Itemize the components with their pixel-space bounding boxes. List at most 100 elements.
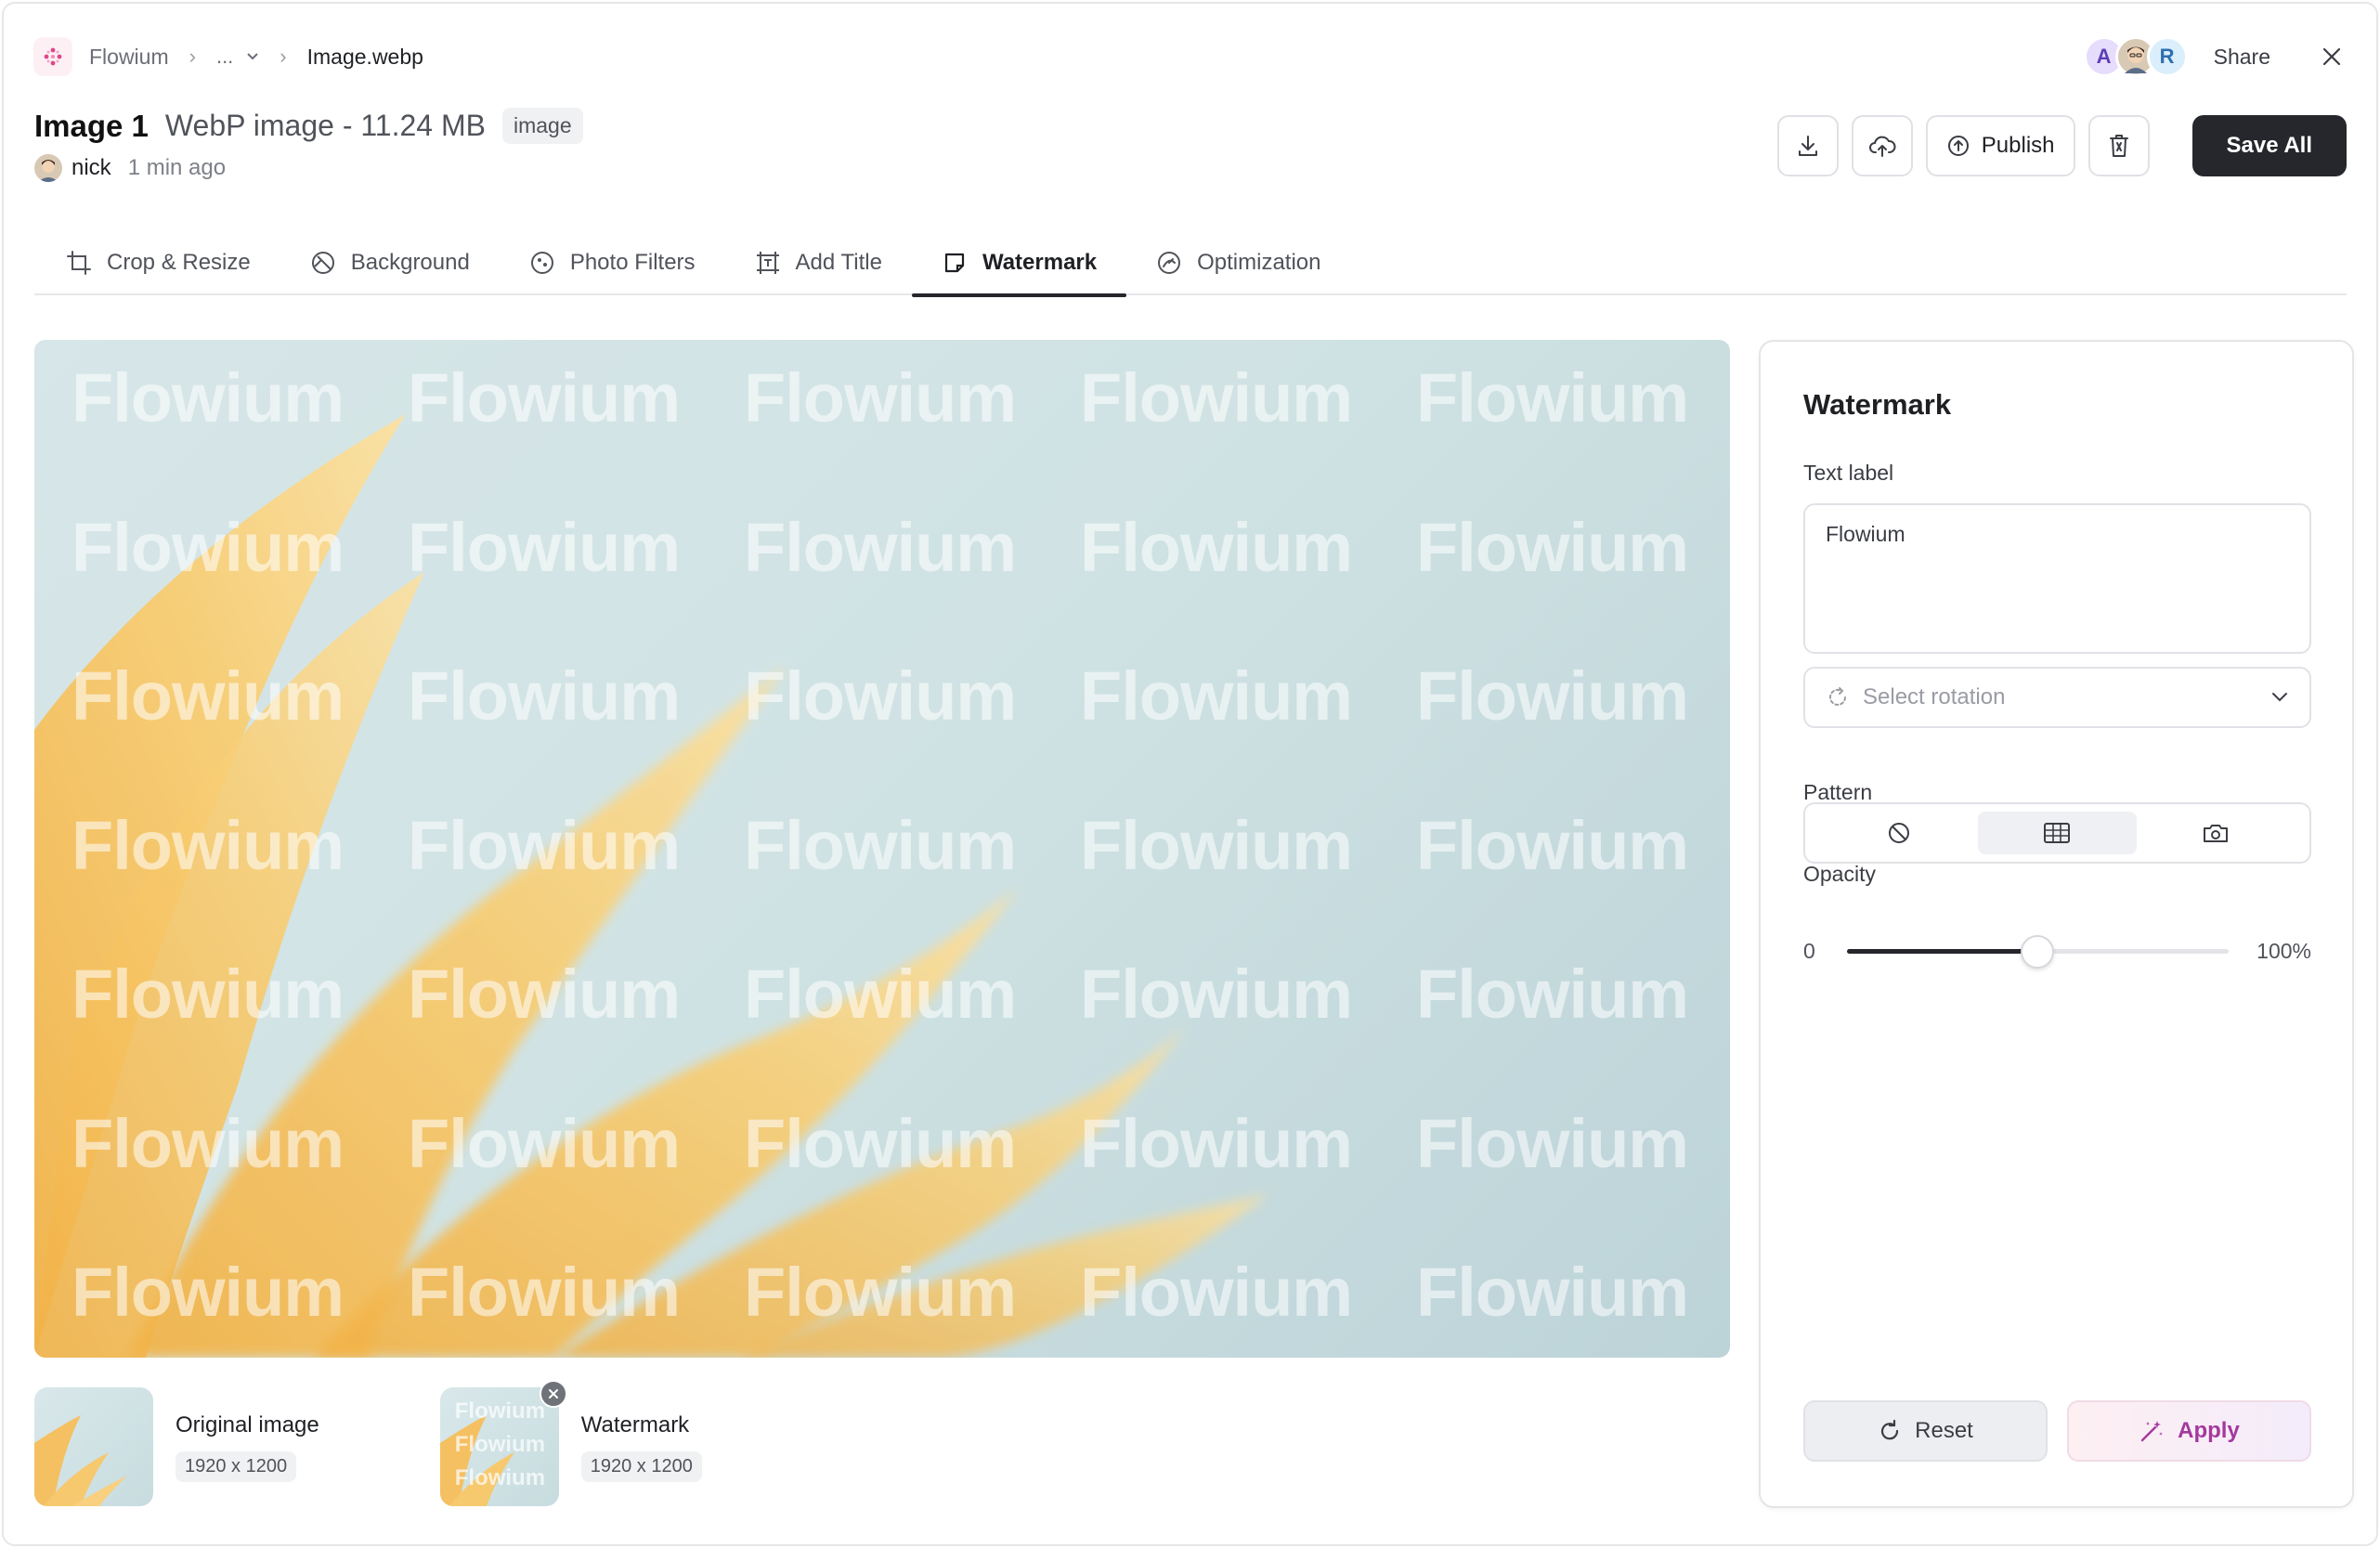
watermark-text: Flowium [1080,1104,1353,1182]
avatar[interactable]: R [2146,36,2188,77]
watermark-text: Flowium [408,1104,681,1182]
tab-watermark[interactable]: Watermark [911,230,1127,297]
thumbnail-name: Original image [176,1411,319,1437]
tab-photo-filters[interactable]: Photo Filters [500,230,725,295]
camera-icon [2203,825,2228,842]
background-icon [311,252,334,274]
watermark-text: Flowium [744,1254,1017,1331]
opacity-control: 0 100% [1803,932,2311,969]
watermark-text: Flowium [744,806,1017,884]
watermark-text: Flowium [744,956,1017,1033]
watermark-text: Flowium [72,806,345,884]
watermark-text: Flowium [1080,359,1353,436]
close-icon[interactable] [2317,42,2347,72]
chevron-right-icon: › [189,45,196,68]
watermark-thumbnail[interactable]: Flowium Flowium Flowium [439,1387,559,1506]
pattern-heading: Pattern [1803,780,1873,804]
watermark-text: Flowium [72,359,345,436]
watermark-text: Flowium [744,1104,1017,1182]
watermark-text: Flowium [1416,806,1689,884]
watermark-text: Flowium [1416,359,1689,436]
tab-background[interactable]: Background [280,230,500,295]
watermark-text: Flowium [1416,657,1689,735]
watermark-text: Flowium [72,657,345,735]
file-title-row: Image 1 WebP image - 11.24 MB image [34,108,583,144]
image-canvas[interactable]: Flowium Flowium Flowium Flowium Flowium Flowi… [34,340,1730,1358]
watermark-text: Flowium [1080,806,1353,884]
watermark-text: Flowium [1080,657,1353,735]
author-name: nick [72,155,111,180]
thumbnail-dimensions: 1920 x 1200 [176,1450,297,1482]
reset-label: Reset [1915,1418,1973,1443]
upload-cloud-button[interactable] [1851,115,1913,176]
reset-button[interactable]: Reset [1803,1400,2048,1462]
image-variants: Original image 1920 x 1200 Flowium Flowi… [34,1380,823,1506]
watermark-text: Flowium [1416,1104,1689,1182]
reset-icon [1881,1419,1899,1440]
watermark-text: Flowium [744,508,1017,586]
tab-label: Crop & Resize [107,250,251,275]
tab-label: Background [350,250,470,275]
pattern-camera-option[interactable] [2137,812,2295,854]
trash-icon [2109,135,2128,157]
watermark-overlay: Flowium Flowium Flowium Flowium Flowium Flowi… [72,358,1730,1358]
rotation-placeholder: Select rotation [1863,684,2006,709]
watermark-text: Flowium [408,657,681,735]
watermark-text: Flowium [1080,1254,1353,1331]
thumbnail-name: Watermark [580,1411,690,1437]
breadcrumb-ellipsis: ... [215,45,234,68]
watermark-text: Flowium [744,657,1017,735]
watermark-text: Flowium [1416,1254,1689,1331]
page-title: Image 1 [34,108,149,143]
apply-button[interactable]: Apply [2067,1400,2311,1462]
original-thumbnail[interactable] [34,1387,153,1506]
pattern-none-option[interactable] [1820,812,1978,854]
watermark-text: Flowium [408,956,681,1033]
gauge-icon [1158,252,1181,274]
file-meta: nick 1 min ago [34,154,226,182]
delete-button[interactable] [2087,115,2150,176]
flowium-logo-icon[interactable] [33,37,72,76]
watermark-text: Flowium [1080,956,1353,1033]
text-label-heading: Text label [1803,461,1894,485]
watermark-text-input[interactable]: Flowium [1803,503,2311,654]
tab-crop-resize[interactable]: Crop & Resize [34,230,280,295]
rotation-select[interactable]: Select rotation [1803,667,2311,728]
pattern-grid-option[interactable] [1978,812,2137,854]
tab-optimization[interactable]: Optimization [1126,230,1350,295]
breadcrumb-more[interactable]: ... [216,45,259,69]
slider-handle[interactable] [2021,935,2055,969]
opacity-slider[interactable] [1846,932,2230,969]
watermark-text: Flowium [1416,508,1689,586]
chevron-down-icon [247,53,259,60]
watermark-text: Flowium [408,1254,681,1331]
magic-wand-icon [2140,1421,2164,1442]
file-subtitle: WebP image - 11.24 MB [164,109,486,142]
thumbnail-watermark-text: Flowium [454,1465,546,1490]
breadcrumb-file: Image.webp [306,44,423,69]
none-icon [1889,823,1910,843]
thumbnail-info: Original image 1920 x 1200 [176,1412,319,1482]
opacity-max: 100% [2256,938,2311,963]
tab-add-title[interactable]: Add Title [725,230,912,295]
save-all-button[interactable]: Save All [2191,115,2347,176]
collaborator-avatars[interactable]: A R [2083,36,2188,77]
apply-label: Apply [2178,1418,2240,1443]
toolbar-actions: Publish Save All [1764,115,2347,176]
watermark-text: Flowium [744,359,1017,436]
share-button[interactable]: Share [2214,45,2270,70]
crop-icon [67,251,91,275]
watermark-panel: Watermark Text label Flowium Select rota… [1759,340,2354,1508]
publish-icon [1947,136,1969,156]
watermark-text: Flowium [1416,956,1689,1033]
download-button[interactable] [1776,115,1839,176]
watermark-icon [944,253,965,273]
thumbnail-dimensions: 1920 x 1200 [580,1450,702,1482]
breadcrumb-app[interactable]: Flowium [89,45,169,70]
opacity-heading: Opacity [1803,862,1876,886]
publish-button[interactable]: Publish [1925,115,2075,176]
tab-label: Photo Filters [569,250,696,275]
watermark-text-value: Flowium [1826,522,1905,546]
opacity-min: 0 [1803,938,1815,963]
remove-variant-button[interactable] [539,1380,567,1408]
